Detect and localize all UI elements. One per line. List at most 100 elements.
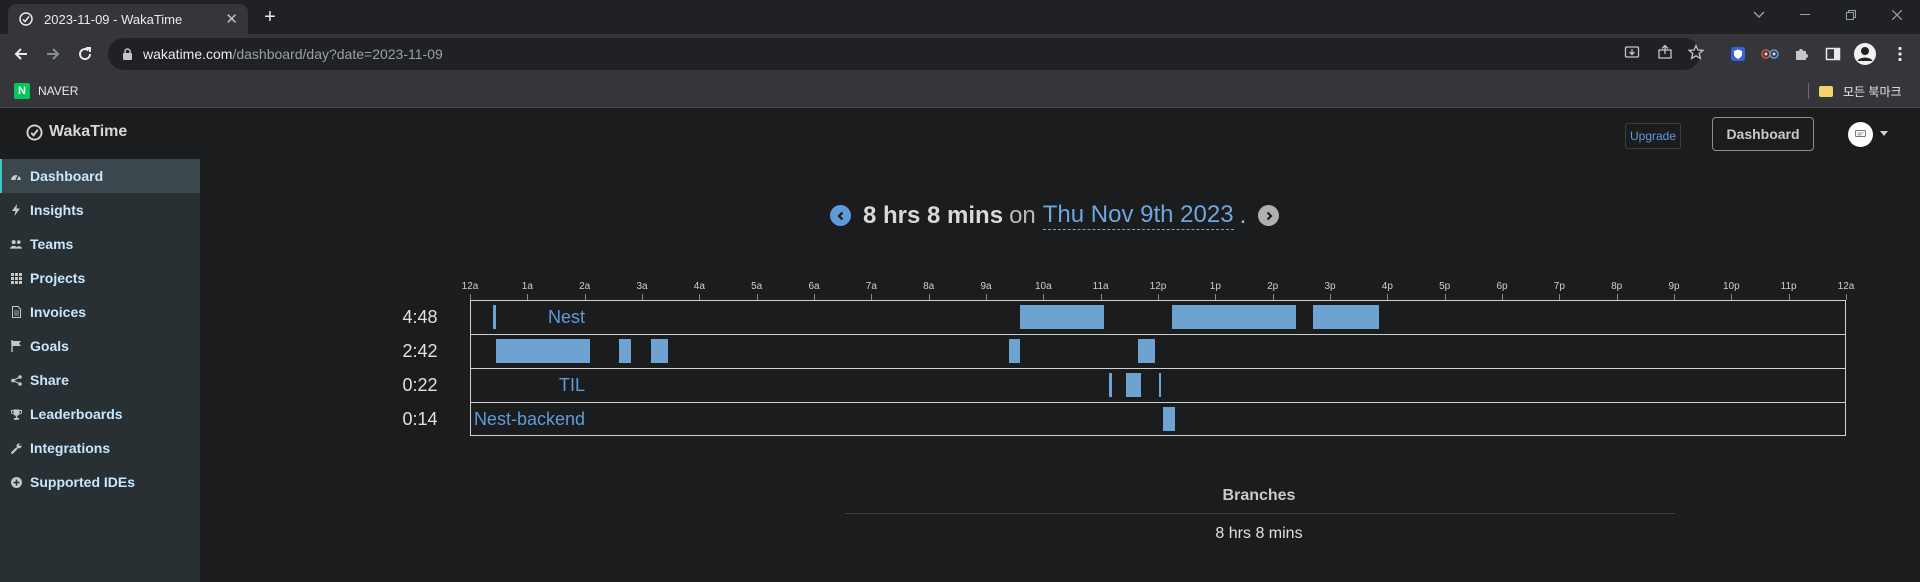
activity-bar[interactable] — [1172, 305, 1296, 329]
hour-tick-label: 11a — [1092, 281, 1109, 292]
address-bar[interactable]: wakatime.com/dashboard/day?date=2023-11-… — [108, 38, 1700, 70]
dashboard-button[interactable]: Dashboard — [1712, 117, 1814, 151]
hour-tick-label: 4p — [1381, 281, 1393, 292]
total-duration: 8 hrs 8 mins — [863, 201, 1004, 229]
reload-icon[interactable] — [71, 40, 99, 68]
activity-bar[interactable] — [1312, 305, 1379, 329]
timeline-row — [470, 300, 1846, 334]
extension-eyes-icon[interactable] — [1759, 43, 1781, 65]
install-app-icon[interactable] — [1622, 42, 1642, 62]
project-duration: 0:22 — [402, 375, 438, 395]
sidebar-item-label: Invoices — [30, 304, 87, 320]
activity-bar[interactable] — [492, 305, 496, 329]
close-window-button[interactable] — [1874, 0, 1920, 30]
plus-circle-icon — [10, 476, 22, 488]
wrench-icon — [10, 442, 22, 454]
page: WakaTime Upgrade Dashboard Dashboard Insi… — [0, 109, 1920, 582]
branches-title: Branches — [1222, 487, 1296, 504]
share-page-icon[interactable] — [1655, 42, 1675, 62]
bookmark-naver[interactable]: N NAVER — [14, 81, 78, 101]
sidebar-item-label: Dashboard — [30, 168, 104, 184]
browser-tab[interactable]: 2023-11-09 - WakaTime ✕ — [8, 4, 248, 34]
side-panel-icon[interactable] — [1822, 43, 1844, 65]
next-day-icon[interactable] — [1258, 205, 1280, 226]
sidebar-item-insights[interactable]: Insights — [0, 193, 200, 227]
sidebar-item-label: Integrations — [30, 440, 111, 456]
activity-bar[interactable] — [1137, 339, 1156, 363]
sidebar-item-dashboard[interactable]: Dashboard — [0, 159, 200, 193]
trophy-icon — [10, 408, 22, 420]
activity-bar[interactable] — [1162, 407, 1176, 431]
sidebar-item-share[interactable]: Share — [0, 363, 200, 397]
sidebar-item-label: Projects — [30, 270, 86, 286]
hour-tick-label: 4a — [693, 281, 705, 292]
hour-tick-label: 3p — [1324, 281, 1336, 292]
hour-tick-label: 12a — [1837, 281, 1855, 292]
folder-icon — [1819, 85, 1833, 97]
activity-bar[interactable] — [650, 339, 668, 363]
hour-tick-label: 2a — [579, 281, 591, 292]
extensions-puzzle-icon[interactable] — [1790, 43, 1812, 65]
hour-tick-mark — [1846, 294, 1847, 300]
new-tab-button[interactable]: + — [258, 5, 282, 29]
bookmarks-bar: N NAVER 모든 북마크 — [0, 74, 1920, 108]
chat-bubble-icon — [1855, 130, 1866, 137]
profile-avatar-icon[interactable] — [1854, 43, 1876, 65]
minimize-button[interactable] — [1782, 0, 1828, 30]
sidebar: Dashboard Insights Teams Projects Invoices Go… — [0, 159, 200, 582]
extension-shield-icon[interactable] — [1727, 43, 1749, 65]
activity-bar[interactable] — [1020, 305, 1104, 329]
back-icon[interactable] — [7, 40, 35, 68]
sidebar-item-goals[interactable]: Goals — [0, 329, 200, 363]
previous-day-icon[interactable] — [830, 205, 851, 226]
timeline-row — [470, 368, 1846, 402]
user-menu-caret-icon[interactable] — [1880, 131, 1888, 136]
lock-icon[interactable] — [122, 47, 133, 61]
flag-icon — [10, 340, 22, 352]
bookmark-star-icon[interactable] — [1686, 42, 1706, 62]
hour-tick-label: 7p — [1553, 281, 1565, 292]
project-link[interactable]: Nest-backend — [474, 402, 585, 436]
main-content: 8 hrs 8 mins on Thu Nov 9th 2023 . 12a 1a… — [200, 161, 1920, 582]
project-link[interactable]: TIL — [559, 368, 585, 402]
hour-tick-label: 9p — [1668, 281, 1680, 292]
wakatime-logo-icon — [26, 123, 43, 141]
activity-bar[interactable] — [1126, 373, 1141, 397]
browser-toolbar: wakatime.com/dashboard/day?date=2023-11-… — [0, 34, 1920, 74]
sidebar-item-integrations[interactable]: Integrations — [0, 431, 200, 465]
brand[interactable]: WakaTime — [26, 123, 127, 141]
share-icon — [10, 374, 22, 386]
date-summary: 8 hrs 8 mins on Thu Nov 9th 2023 . — [830, 201, 1280, 230]
bolt-icon — [10, 204, 22, 216]
sidebar-item-label: Insights — [30, 202, 84, 218]
bookmark-all-label: 모든 북마크 — [1843, 84, 1902, 99]
branches-divider — [845, 513, 1675, 514]
activity-bar[interactable] — [619, 339, 631, 363]
date-picker-link[interactable]: Thu Nov 9th 2023 — [1042, 201, 1234, 230]
restore-button[interactable] — [1828, 0, 1874, 30]
activity-bar[interactable] — [1109, 373, 1113, 397]
tab-search-icon[interactable] — [1736, 0, 1782, 30]
forward-icon[interactable] — [39, 40, 67, 68]
users-icon — [10, 238, 22, 250]
upgrade-button[interactable]: Upgrade — [1625, 123, 1682, 149]
hour-tick-label: 9a — [980, 281, 992, 292]
sidebar-item-teams[interactable]: Teams — [0, 227, 200, 261]
sidebar-item-leaderboards[interactable]: Leaderboards — [0, 397, 200, 431]
bookmark-all-folder[interactable]: 모든 북마크 — [1819, 81, 1902, 101]
top-nav: WakaTime Upgrade Dashboard — [0, 109, 1920, 161]
timeline-row — [470, 402, 1846, 436]
activity-bar[interactable] — [1008, 339, 1021, 363]
user-avatar[interactable] — [1848, 122, 1873, 147]
url-host: wakatime.com — [143, 46, 233, 62]
activity-bar[interactable] — [495, 339, 591, 363]
activity-bar[interactable] — [1159, 373, 1162, 397]
wakatime-favicon-icon — [18, 11, 34, 27]
sidebar-item-invoices[interactable]: Invoices — [0, 295, 200, 329]
hour-tick-label: 5p — [1439, 281, 1451, 292]
tab-close-icon[interactable]: ✕ — [225, 10, 238, 28]
sidebar-item-supported-ides[interactable]: Supported IDEs — [0, 465, 200, 499]
browser-menu-icon[interactable] — [1889, 43, 1911, 65]
sidebar-item-projects[interactable]: Projects — [0, 261, 200, 295]
project-link[interactable]: Nest — [548, 300, 585, 334]
